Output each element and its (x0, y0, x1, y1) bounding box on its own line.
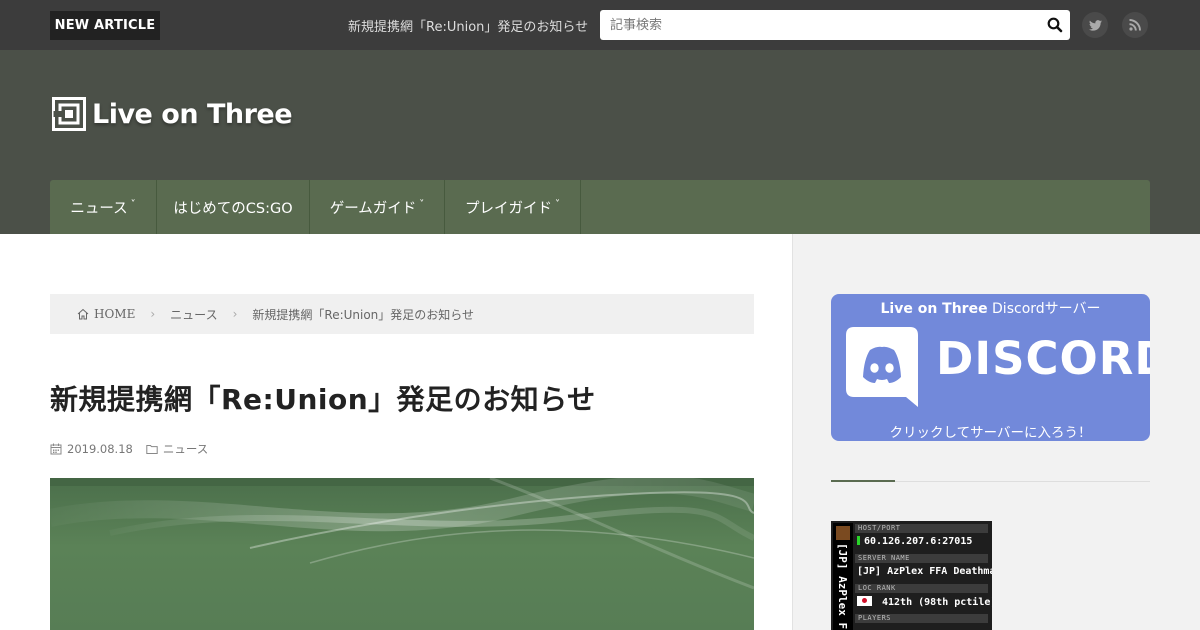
breadcrumb-home[interactable]: HOME (94, 307, 135, 321)
nav-item-label: ゲームガイド (329, 200, 417, 217)
search-icon[interactable] (1046, 16, 1064, 34)
discord-banner[interactable]: Live on Three Discordサーバー DISCORD クリックして… (831, 294, 1150, 441)
nav-item-label: プレイガイド (465, 200, 552, 217)
site-header: Live on Three ニュース ˅ はじめてのCS:GO ゲームガイド ˅ プ… (0, 50, 1200, 234)
site-logo[interactable]: Live on Three (52, 97, 293, 131)
host-value-text: 60.126.207.6:27015 (864, 536, 973, 547)
folder-icon (146, 445, 158, 454)
top-bar: NEW ARTICLE 新規提携網「Re:Union」発足のお知らせ (0, 0, 1200, 50)
nav-item-first-csgo[interactable]: はじめてのCS:GO (157, 180, 310, 234)
players-label: PLAYERS (855, 614, 988, 623)
nav-item-play-guide[interactable]: プレイガイド ˅ (445, 180, 581, 234)
banner-side-text: [JP] AzPlex F (836, 543, 849, 630)
article-title: 新規提携網「Re:Union」発足のお知らせ (50, 383, 596, 416)
home-icon (77, 308, 89, 320)
online-indicator (857, 536, 860, 545)
discord-banner-heading: Live on Three Discordサーバー (831, 298, 1150, 318)
host-label: HOST/PORT (855, 524, 988, 533)
article-date: 2019.08.18 (67, 442, 133, 456)
discord-cta: クリックしてサーバーに入ろう！ (889, 425, 1092, 441)
loc-rank-label: LOC RANK (855, 584, 988, 593)
banner-side-strip: [JP] AzPlex F (833, 523, 853, 630)
rank-value: 412th (98th pctile) (857, 596, 992, 608)
server-name-label: SERVER NAME (855, 554, 988, 563)
rss-icon (1129, 19, 1141, 31)
breadcrumb-category[interactable]: ニュース (170, 306, 217, 323)
hero-wave-graphic (50, 478, 754, 590)
discord-wordmark: DISCORD (936, 332, 1150, 385)
search-input[interactable] (610, 10, 1030, 40)
chevron-down-icon: ˅ (130, 198, 136, 210)
main-content: HOME › ニュース › 新規提携網「Re:Union」発足のお知らせ 新規提… (0, 234, 792, 630)
nav-item-label: はじめてのCS:GO (173, 200, 293, 217)
japan-flag-icon (857, 596, 872, 606)
breadcrumb: HOME › ニュース › 新規提携網「Re:Union」発足のお知らせ (50, 294, 754, 334)
twitter-link[interactable] (1082, 12, 1108, 38)
article-meta: 2019.08.18 ニュース (50, 441, 208, 457)
discord-icon (846, 327, 918, 407)
server-name-value: [JP] AzPlex FFA Deathmat (857, 566, 992, 577)
rank-value-text: 412th (98th pctile) (882, 597, 992, 608)
server-banner[interactable]: [JP] AzPlex F HOST/PORT 60.126.207.6:270… (831, 521, 992, 630)
sidebar: Live on Three Discordサーバー DISCORD クリックして… (792, 234, 1200, 630)
calendar-icon (50, 443, 62, 455)
nav-item-news[interactable]: ニュース ˅ (50, 180, 157, 234)
breadcrumb-separator: › (150, 307, 156, 321)
logo-text: Live on Three (92, 98, 293, 130)
chevron-down-icon: ˅ (419, 198, 425, 210)
latest-article-ticker[interactable]: 新規提携網「Re:Union」発足のお知らせ (348, 16, 588, 35)
discord-brand: Live on Three (880, 301, 988, 317)
host-value: 60.126.207.6:27015 (857, 536, 972, 547)
breadcrumb-separator: › (232, 307, 238, 321)
discord-suffix: Discordサーバー (987, 301, 1101, 317)
search-box (600, 10, 1070, 40)
twitter-icon (1088, 19, 1102, 31)
article-hero-image (50, 478, 754, 630)
csgo-game-icon (836, 526, 850, 540)
chevron-down-icon: ˅ (555, 198, 560, 210)
nav-item-game-guide[interactable]: ゲームガイド ˅ (310, 180, 445, 234)
nav-item-label: ニュース (70, 200, 128, 217)
rss-link[interactable] (1122, 12, 1148, 38)
main-nav: ニュース ˅ はじめてのCS:GO ゲームガイド ˅ プレイガイド ˅ (50, 180, 1150, 234)
article-category[interactable]: ニュース (163, 441, 208, 457)
breadcrumb-current: 新規提携網「Re:Union」発足のお知らせ (252, 307, 475, 322)
sidebar-divider-accent (831, 480, 895, 482)
new-article-badge[interactable]: NEW ARTICLE (50, 11, 160, 40)
logo-icon (52, 97, 86, 131)
